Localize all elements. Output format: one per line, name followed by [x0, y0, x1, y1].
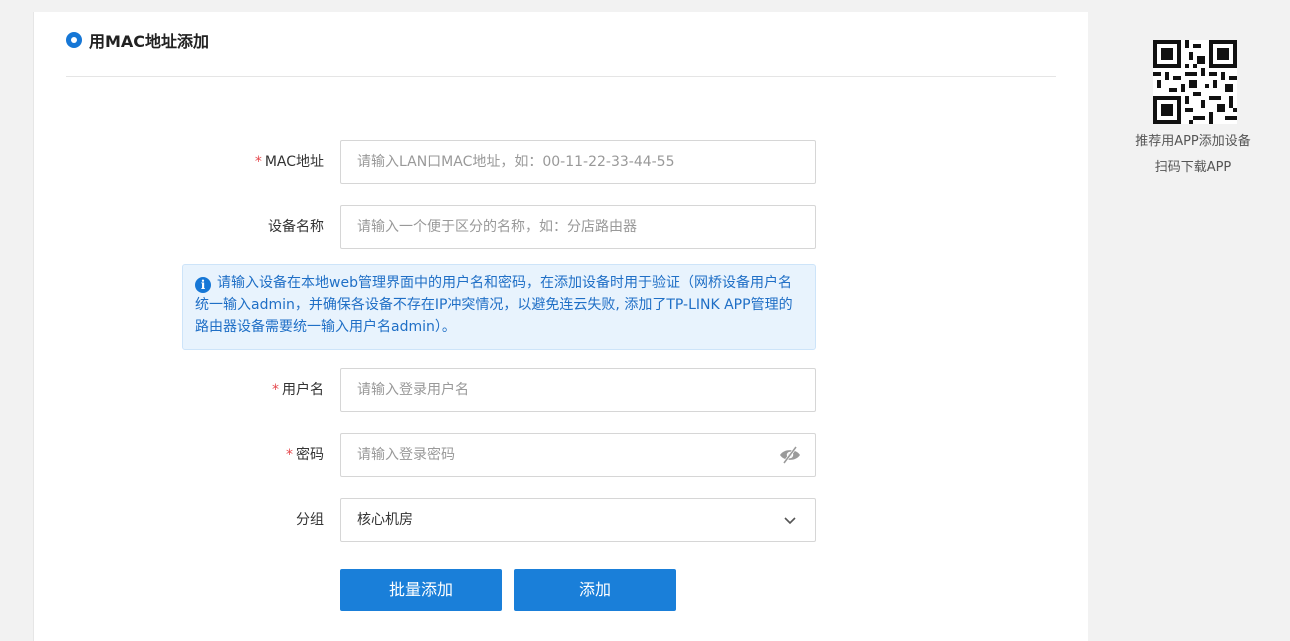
required-mark: *: [272, 382, 279, 398]
section-title: 用MAC地址添加: [89, 32, 210, 51]
group-label: 分组: [296, 512, 324, 528]
username-row: * 用户名: [34, 368, 1088, 412]
username-label: * 用户名: [272, 382, 324, 398]
chevron-down-icon[interactable]: [783, 514, 797, 526]
app-promo-panel: 推荐用APP添加设备 扫码下载APP: [1088, 12, 1290, 641]
group-selected-value: 核心机房: [357, 512, 413, 528]
device-name-label: 设备名称: [268, 219, 324, 235]
device-name-input-box: [340, 205, 816, 249]
batch-add-button[interactable]: 批量添加: [340, 569, 502, 611]
group-select[interactable]: 核心机房: [340, 498, 816, 542]
promo-text-download: 扫码下载APP: [1154, 160, 1232, 175]
username-input[interactable]: [341, 369, 815, 411]
mac-label: * MAC地址: [254, 154, 324, 170]
mac-input[interactable]: [341, 141, 815, 183]
mac-row: * MAC地址: [34, 140, 1088, 184]
divider: [66, 76, 1056, 77]
qr-code-icon[interactable]: [1153, 40, 1237, 124]
section-header: 用MAC地址添加: [66, 28, 209, 52]
required-mark: *: [254, 154, 262, 170]
info-icon: i: [195, 277, 211, 293]
add-device-panel: 用MAC地址添加 *MAC地址 设备名称 i请输入设备在本地web管理界面中的用…: [33, 12, 1089, 641]
required-mark: *: [286, 447, 293, 463]
password-input[interactable]: [341, 434, 815, 476]
device-name-row: 设备名称: [34, 205, 1088, 249]
promo-text-recommend: 推荐用APP添加设备: [1135, 134, 1251, 149]
info-notice: i 请输入设备在本地web管理界面中的用户名和密码，在添加设备时用于验证（网桥设备…: [182, 264, 816, 350]
eye-off-icon[interactable]: [779, 445, 801, 465]
add-button[interactable]: 添加: [514, 569, 676, 611]
radio-selected-icon[interactable]: [66, 32, 82, 48]
info-text: 请输入设备在本地web管理界面中的用户名和密码，在添加设备时用于验证（网桥设备用…: [195, 275, 793, 335]
username-input-box: [340, 368, 816, 412]
password-label: * 密码: [286, 447, 324, 463]
password-row: * 密码: [34, 433, 1088, 477]
mac-input-box: [340, 140, 816, 184]
device-name-input[interactable]: [341, 206, 815, 248]
password-input-box: [340, 433, 816, 477]
group-row: 分组 核心机房: [34, 498, 1088, 542]
